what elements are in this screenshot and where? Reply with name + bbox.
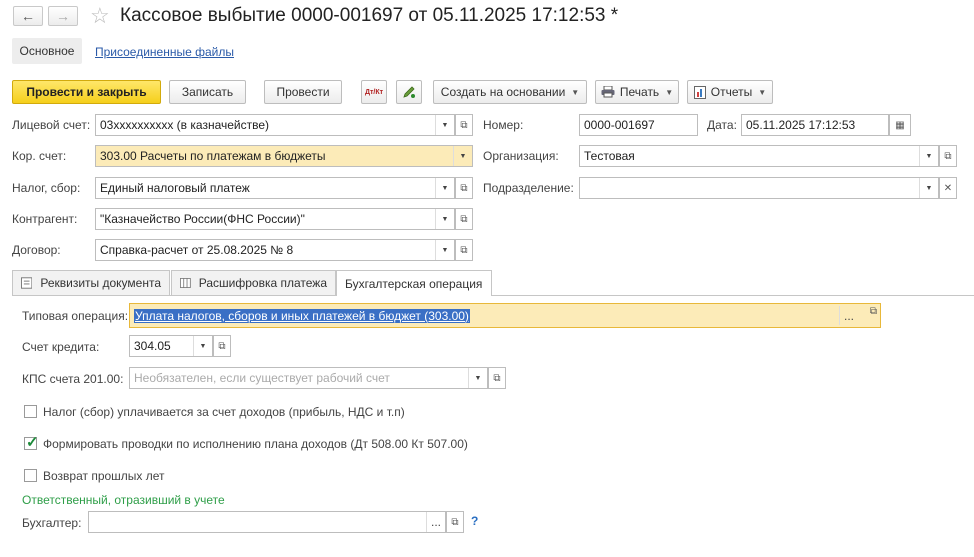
open-kps-button[interactable]: ⧉ xyxy=(488,367,506,389)
credit-account-label: Счет кредита: xyxy=(22,340,100,354)
open-contractor-button[interactable]: ⧉ xyxy=(455,208,473,230)
chevron-down-icon[interactable]: ▼ xyxy=(435,209,454,229)
select-button[interactable]: ... xyxy=(426,512,445,532)
arrow-left-icon: ← xyxy=(21,8,35,24)
forward-button[interactable]: → xyxy=(48,6,78,26)
dt-kt-icon: Дт/Кт xyxy=(364,88,384,96)
save-button[interactable]: Записать xyxy=(169,80,246,104)
contractor-field[interactable]: "Казначейство России(ФНС России)" ▼ xyxy=(95,208,455,230)
number-label: Номер: xyxy=(483,118,524,132)
close-icon: ✕ xyxy=(943,182,953,194)
tab-payment-breakdown[interactable]: Расшифровка платежа xyxy=(171,270,336,295)
calendar-button[interactable]: ▦ xyxy=(889,114,911,136)
tab-attached-files[interactable]: Присоединенные файлы xyxy=(95,45,234,59)
table-icon xyxy=(180,278,191,288)
open-icon: ⧉ xyxy=(944,150,952,162)
report-icon xyxy=(693,85,706,99)
star-icon[interactable]: ☆ xyxy=(90,3,110,29)
select-button[interactable]: ... xyxy=(839,306,858,325)
open-icon: ⧉ xyxy=(460,244,468,256)
contract-field[interactable]: Справка-расчет от 25.08.2025 № 8 ▼ xyxy=(95,239,455,261)
page-title: Кассовое выбытие 0000-001697 от 05.11.20… xyxy=(120,5,619,26)
chevron-down-icon[interactable]: ▼ xyxy=(435,240,454,260)
kps-field[interactable]: Необязателен, если существует рабочий сч… xyxy=(129,367,488,389)
past-years-refund-label: Возврат прошлых лет xyxy=(43,469,165,483)
checkmark-icon: ✓ xyxy=(26,434,39,451)
reports-button[interactable]: Отчеты ▼ xyxy=(687,80,773,104)
help-icon[interactable]: ? xyxy=(471,514,478,528)
open-account-button[interactable]: ⧉ xyxy=(455,114,473,136)
print-button[interactable]: Печать ▼ xyxy=(595,80,679,104)
open-icon[interactable]: ⧉ xyxy=(870,306,877,317)
income-tax-label: Налог (сбор) уплачивается за счет доходо… xyxy=(43,405,405,419)
department-field[interactable]: ▼ xyxy=(579,177,939,199)
open-tax-button[interactable]: ⧉ xyxy=(455,177,473,199)
open-icon: ⧉ xyxy=(493,372,501,384)
cor-account-field[interactable]: 303.00 Расчеты по платежам в бюджеты ▼ xyxy=(95,145,473,167)
contractor-label: Контрагент: xyxy=(12,212,78,226)
tab-accounting-operation[interactable]: Бухгалтерская операция xyxy=(336,270,492,296)
income-plan-checkbox[interactable]: ✓ xyxy=(24,434,39,451)
printer-icon xyxy=(601,86,615,98)
create-based-on-button[interactable]: Создать на основании ▼ xyxy=(433,80,587,104)
past-years-refund-checkbox[interactable] xyxy=(24,469,37,482)
cor-account-label: Кор. счет: xyxy=(12,149,67,163)
post-and-close-button[interactable]: Провести и закрыть xyxy=(12,80,161,104)
date-field[interactable]: 05.11.2025 17:12:53 xyxy=(741,114,889,136)
kps-label: КПС счета 201.00: xyxy=(22,372,124,386)
chevron-down-icon[interactable]: ▼ xyxy=(193,336,212,356)
operation-label: Типовая операция: xyxy=(22,309,129,323)
account-label: Лицевой счет: xyxy=(12,118,91,132)
open-icon: ⧉ xyxy=(460,182,468,194)
chevron-down-icon: ▼ xyxy=(665,87,674,97)
dt-kt-button[interactable]: Дт/Кт xyxy=(361,80,387,104)
number-field[interactable]: 0000-001697 xyxy=(579,114,698,136)
responsible-section-header: Ответственный, отразивший в учете xyxy=(22,493,225,507)
open-icon: ⧉ xyxy=(218,340,226,352)
operation-field[interactable]: Уплата налогов, сборов и иных платежей в… xyxy=(129,303,881,328)
accountant-field[interactable]: ... xyxy=(88,511,446,533)
credit-account-field[interactable]: 304.05 ▼ xyxy=(129,335,213,357)
document-icon xyxy=(21,277,33,289)
chevron-down-icon[interactable]: ▼ xyxy=(435,178,454,198)
organization-field[interactable]: Тестовая ▼ xyxy=(579,145,939,167)
calendar-icon: ▦ xyxy=(895,119,905,131)
clear-department-button[interactable]: ✕ xyxy=(939,177,957,199)
account-field[interactable]: 03xxxxxxxxxx (в казначействе) ▼ xyxy=(95,114,455,136)
tax-field[interactable]: Единый налоговый платеж ▼ xyxy=(95,177,455,199)
department-label: Подразделение: xyxy=(483,181,574,195)
contract-label: Договор: xyxy=(12,243,61,257)
open-organization-button[interactable]: ⧉ xyxy=(939,145,957,167)
accountant-label: Бухгалтер: xyxy=(22,516,82,530)
organization-label: Организация: xyxy=(483,149,559,163)
open-icon: ⧉ xyxy=(460,119,468,131)
arrow-right-icon: → xyxy=(56,8,70,24)
back-button[interactable]: ← xyxy=(13,6,43,26)
income-tax-checkbox[interactable] xyxy=(24,405,37,418)
date-label: Дата: xyxy=(707,118,737,132)
chevron-down-icon: ▼ xyxy=(571,87,580,97)
chevron-down-icon[interactable]: ▼ xyxy=(919,146,938,166)
open-icon: ⧉ xyxy=(460,213,468,225)
open-accountant-button[interactable]: ⧉ xyxy=(446,511,464,533)
chevron-down-icon[interactable]: ▼ xyxy=(919,178,938,198)
tab-divider xyxy=(12,295,974,296)
open-icon: ⧉ xyxy=(451,516,459,528)
chevron-down-icon[interactable]: ▼ xyxy=(453,146,472,166)
chevron-down-icon: ▼ xyxy=(758,87,767,97)
income-plan-label: Формировать проводки по исполнению плана… xyxy=(43,437,468,451)
chevron-down-icon[interactable]: ▼ xyxy=(435,115,454,135)
post-button[interactable]: Провести xyxy=(264,80,342,104)
open-credit-account-button[interactable]: ⧉ xyxy=(213,335,231,357)
tab-main[interactable]: Основное xyxy=(12,38,82,64)
tax-label: Налог, сбор: xyxy=(12,181,81,195)
chevron-down-icon[interactable]: ▼ xyxy=(468,368,487,388)
pencil-icon xyxy=(403,86,415,98)
edit-entries-button[interactable] xyxy=(396,80,422,104)
tab-document-details[interactable]: Реквизиты документа xyxy=(12,270,170,295)
open-contract-button[interactable]: ⧉ xyxy=(455,239,473,261)
